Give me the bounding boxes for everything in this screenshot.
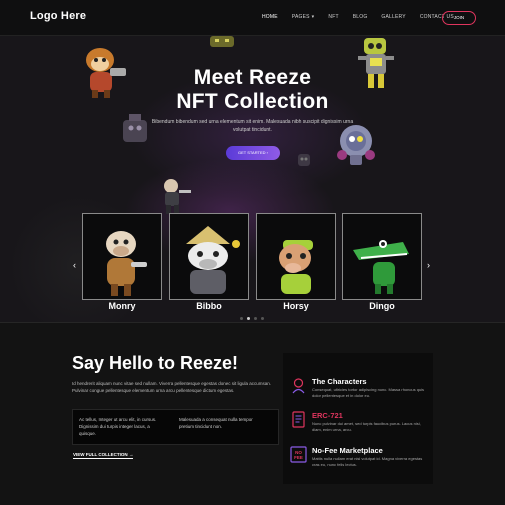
chevron-down-icon: ▾ (311, 14, 315, 20)
nav-pages-label: PAGES (291, 14, 310, 20)
dim-character-icon (123, 114, 147, 142)
main-nav: HOME PAGES ▾ NFT BLOG GALLERY CONTACT US (262, 14, 468, 20)
feature-title: ERC-721 (312, 411, 343, 420)
no-fee-icon: NO FEE (290, 446, 307, 463)
feature-desc: Nunc pulvinar dui amet, sed turpis fauci… (312, 421, 421, 432)
join-button[interactable]: JOIN (442, 11, 476, 25)
feature-title: The Characters (312, 377, 367, 386)
carousel-dot[interactable] (261, 317, 264, 320)
get-started-button[interactable]: GET STARTED › (226, 146, 280, 160)
hero-title-line1: Meet Reeze (193, 66, 312, 89)
info-right-text: Malesuada a consequat nulla tempor preti… (179, 417, 253, 429)
features-panel: The Characters Consequat, ultricies tort… (283, 353, 433, 484)
hero-title-line2: NFT Collection (176, 90, 329, 113)
nav-home[interactable]: HOME (262, 14, 278, 20)
card-name-monry: Monry (108, 301, 136, 311)
faded-character-icon (298, 154, 310, 166)
carousel-dot[interactable] (254, 317, 257, 320)
carousel-dots (240, 317, 264, 320)
feature-desc: Mattis nulla nullam erat nisl volutpat i… (312, 456, 423, 467)
contract-icon (292, 411, 305, 428)
info-left-text: Ac tellus, Integer ut arcu elit, in curs… (79, 417, 157, 436)
card-name-bibbo: Bibbo (196, 301, 222, 311)
site-header: Logo Here HOME PAGES ▾ NFT BLOG GALLERY C… (0, 0, 505, 36)
feature-desc: Consequat, ultricies tortor adipiscing n… (312, 387, 425, 398)
nft-card-bibbo[interactable] (169, 213, 249, 300)
characters-icon (292, 378, 305, 394)
card-name-horsy: Horsy (283, 301, 309, 311)
tiny-character-icon (210, 36, 234, 47)
carousel-dot[interactable] (240, 317, 243, 320)
no-fee-icon-text-bottom: FEE (294, 455, 303, 460)
carousel-dot-active[interactable] (247, 317, 250, 320)
carousel-prev-arrow[interactable]: ‹ (73, 260, 76, 270)
view-collection-link[interactable]: VIEW FULL COLLECTION → (73, 452, 134, 459)
nft-card-monry[interactable] (82, 213, 162, 300)
warrior-character-icon (164, 179, 191, 214)
monry-art-icon (106, 231, 147, 296)
chevron-right-icon: › (266, 150, 269, 155)
nav-blog[interactable]: BLOG (353, 14, 368, 20)
dingo-art-icon (353, 240, 409, 294)
info-box: Ac tellus, Integer ut arcu elit, in curs… (72, 409, 279, 445)
about-section: Say Hello to Reeze! Id hendrerit aliquam… (0, 322, 505, 505)
card-name-dingo: Dingo (369, 301, 395, 311)
nft-card-horsy[interactable] (256, 213, 336, 300)
about-title: Say Hello to Reeze! (72, 353, 239, 373)
nav-nft[interactable]: NFT (328, 14, 338, 20)
nav-pages[interactable]: PAGES ▾ (292, 14, 315, 20)
arrow-right-icon: → (128, 452, 134, 457)
nav-gallery[interactable]: GALLERY (381, 14, 405, 20)
nft-card-dingo[interactable] (342, 213, 422, 300)
bibbo-art-icon (186, 226, 240, 294)
hero-section: Meet Reeze NFT Collection Bibendum biben… (0, 36, 505, 322)
site-logo[interactable]: Logo Here (30, 10, 86, 22)
hero-subtitle: Bibendum bibendum sed urna elementum sit… (151, 119, 354, 133)
get-started-label: GET STARTED (237, 150, 266, 155)
carousel-next-arrow[interactable]: › (427, 260, 430, 270)
view-collection-label: VIEW FULL COLLECTION (73, 452, 128, 457)
about-paragraph: Id hendrerit aliquam nunc vitae sed null… (72, 381, 272, 393)
feature-title: No-Fee Marketplace (312, 446, 383, 455)
horsy-art-icon (279, 240, 313, 294)
